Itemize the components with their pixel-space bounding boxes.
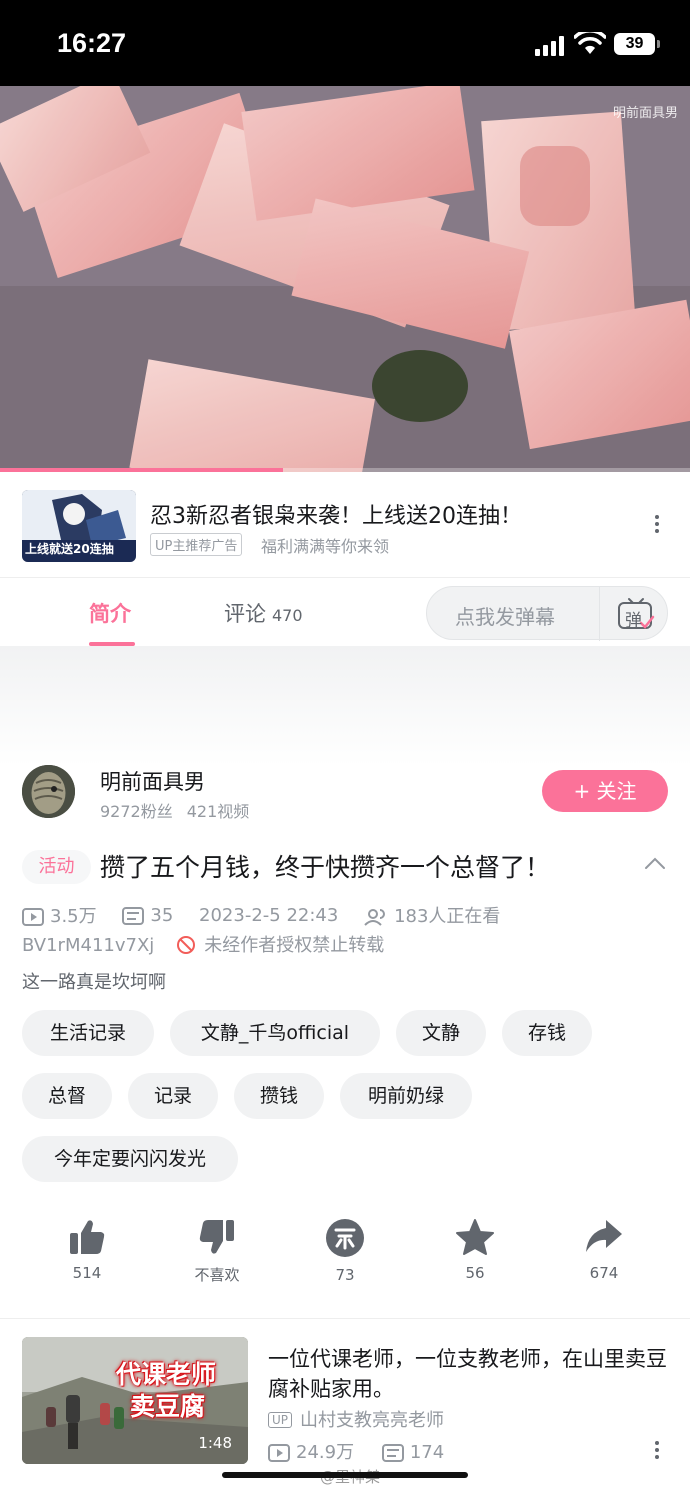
coin-icon [326,1219,364,1257]
wifi-icon [574,32,606,54]
related-duration: 1:48 [198,1434,232,1452]
play-count-icon [22,908,44,926]
copyright-notice: 未经作者授权禁止转载 [204,935,385,956]
thumbs-up-icon [70,1220,105,1254]
bv-line: BV1rM411v7Xj 未经作者授权禁止转载 [22,931,384,957]
video-title: 攒了五个月钱，终于快攒齐一个总督了！ [100,853,551,882]
related-video-thumbnail[interactable]: 代课老师 卖豆腐 1:48 [22,1337,248,1464]
related-uploader[interactable]: UP 山村支教亮亮老师 [268,1406,444,1432]
status-time: 16:27 [57,28,127,58]
ad-subtitle: 福利满满等你来领 [261,537,390,556]
ad-badge: UP主推荐广告 [150,533,243,556]
tab-intro[interactable]: 简介 [89,598,131,628]
share-count: 674 [589,1264,619,1282]
activity-tag[interactable]: 活动 [22,850,91,884]
favorite-count: 56 [465,1264,485,1282]
tag-chip[interactable]: 存钱 [502,1010,592,1056]
up-badge: UP [268,1412,293,1428]
like-button[interactable]: 514 [47,1218,127,1282]
uploader-videos: 421视频 [186,802,250,821]
battery-level: 39 [614,33,655,55]
ad-title[interactable]: 忍3新忍者银枭来袭！上线送20连抽！ [150,498,522,530]
tag-chip[interactable]: 文静_千鸟official [170,1010,380,1056]
ad-thumbnail[interactable]: 上线就送20连抽 [22,490,136,562]
tab-comments-label: 评论 [224,602,266,626]
bv-id[interactable]: BV1rM411v7Xj [22,935,154,956]
video-player[interactable]: 明前面具男 [0,86,690,472]
danmaku-count: 35 [150,904,174,926]
tag-chip[interactable]: 攒钱 [234,1073,324,1119]
tab-bar: 简介 评论 470 点我发弹幕 弹 [0,578,690,646]
play-count-icon [268,1444,290,1462]
chevron-up-icon[interactable] [644,856,666,870]
tag-chip[interactable]: 明前奶绿 [340,1073,472,1119]
related-danmaku: 174 [409,1442,445,1463]
like-count: 514 [72,1264,102,1282]
related-uploader-name: 山村支教亮亮老师 [300,1410,445,1431]
danmaku-count-icon [381,1444,404,1462]
star-icon [456,1219,494,1255]
home-indicator [222,1472,468,1478]
related-more-icon[interactable] [654,1438,660,1462]
danmaku-placeholder: 点我发弹幕 [455,605,555,629]
uploader-stats: 9272粉丝 421视频 [100,798,249,822]
view-count: 3.5万 [50,906,97,927]
ad-more-icon[interactable] [654,512,660,536]
danmaku-input[interactable]: 点我发弹幕 弹 [426,586,668,641]
divider [0,1318,690,1319]
uploader-name[interactable]: 明前面具男 [100,766,205,796]
related-thumb-caption-2: 卖豆腐 [130,1392,206,1421]
battery-icon: 39 [614,33,660,55]
thumbs-down-icon [199,1220,234,1254]
related-stats: 24.9万 174 [268,1438,466,1464]
danmaku-icon-text: 弹 [625,611,642,631]
tag-chip[interactable]: 生活记录 [22,1010,154,1056]
tab-intro-label: 简介 [89,602,131,626]
tag-chip[interactable]: 今年定要闪闪发光 [22,1136,238,1182]
ad-banner[interactable]: 上线就送20连抽 忍3新忍者银枭来袭！上线送20连抽！ UP主推荐广告 福利满满… [0,472,690,578]
tag-chip[interactable]: 文静 [396,1010,486,1056]
video-meta: 3.5万 35 2023-2-5 22:43 183人正在看 [22,902,520,928]
tag-chip[interactable]: 总督 [22,1073,112,1119]
watching-count: 183人正在看 [394,906,501,927]
danmaku-count-icon [122,906,145,925]
tab-comments[interactable]: 评论 470 [224,598,303,628]
dislike-label: 不喜欢 [194,1266,240,1284]
danmaku-toggle-icon[interactable]: 弹 [617,597,655,631]
publish-date: 2023-2-5 22:43 [199,904,339,926]
no-repost-icon [177,936,196,954]
video-frame [0,86,690,472]
favorite-button[interactable]: 56 [435,1218,515,1282]
related-views: 24.9万 [296,1442,355,1463]
dislike-button[interactable]: 不喜欢 [177,1218,257,1285]
uploader-fans: 9272粉丝 [100,802,173,821]
coin-button[interactable]: 73 [305,1218,385,1284]
watching-icon [364,909,386,926]
share-button[interactable]: 674 [564,1218,644,1282]
video-watermark: 明前面具男 [612,106,678,121]
video-description: 这一路真是坎坷啊 [22,972,166,993]
cellular-signal-icon [535,36,564,56]
uploader-avatar[interactable] [22,765,75,818]
share-icon [586,1220,622,1252]
related-thumb-caption-1: 代课老师 [116,1360,217,1389]
section-gap [0,646,690,766]
tab-comments-count: 470 [272,606,303,625]
tag-chip[interactable]: 记录 [128,1073,218,1119]
status-bar: 16:27 39 [0,0,690,86]
ad-thumbnail-text: 上线就送20连抽 [25,542,114,556]
coin-count: 73 [335,1266,355,1284]
related-video-title[interactable]: 一位代课老师，一位支教老师，在山里卖豆腐补贴家用。 [268,1344,668,1404]
follow-button[interactable]: + 关注 [542,770,668,812]
